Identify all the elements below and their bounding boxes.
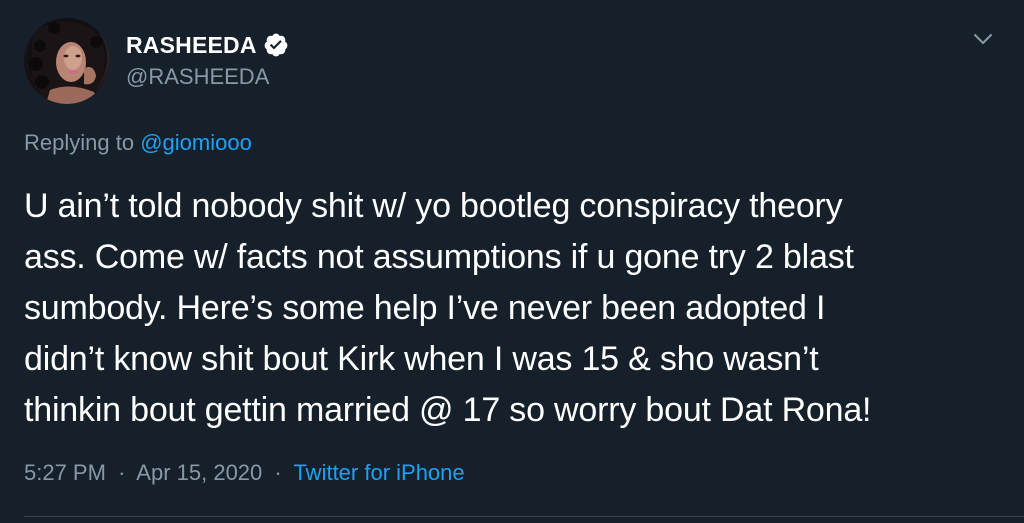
tweet-text-line: didn’t know shit bout Kirk when I was 15… bbox=[24, 340, 819, 378]
tweet-date[interactable]: Apr 15, 2020 bbox=[136, 460, 262, 485]
tweet-text-line: sumbody. Here’s some help I’ve never bee… bbox=[24, 289, 826, 327]
tweet-time[interactable]: 5:27 PM bbox=[24, 460, 106, 485]
meta-separator: · bbox=[274, 460, 282, 485]
replying-to-handle-link[interactable]: @giomiooo bbox=[140, 130, 252, 155]
display-name[interactable]: RASHEEDA bbox=[126, 32, 257, 59]
replying-to-prefix: Replying to bbox=[24, 130, 135, 155]
avatar[interactable] bbox=[24, 18, 110, 104]
author-name-row[interactable]: RASHEEDA bbox=[126, 28, 289, 62]
tweet-source-link[interactable]: Twitter for iPhone bbox=[293, 460, 464, 485]
replying-to: Replying to @giomiooo bbox=[24, 130, 252, 156]
author-handle[interactable]: @RASHEEDA bbox=[126, 64, 269, 90]
tweet-card: RASHEEDA @RASHEEDA Replying to @giomiooo… bbox=[0, 0, 1024, 523]
profile-photo-icon bbox=[27, 18, 107, 104]
verified-badge-icon bbox=[263, 32, 289, 58]
tweet-text-line: thinkin bout gettin married @ 17 so worr… bbox=[24, 391, 872, 429]
divider bbox=[24, 516, 1024, 517]
tweet-text-line: U ain’t told nobody shit w/ yo bootleg c… bbox=[24, 187, 843, 225]
meta-separator: · bbox=[118, 460, 126, 485]
chevron-down-icon[interactable] bbox=[970, 28, 996, 50]
tweet-metadata: 5:27 PM · Apr 15, 2020 · Twitter for iPh… bbox=[24, 460, 465, 486]
tweet-text-line: ass. Come w/ facts not assumptions if u … bbox=[24, 238, 854, 276]
tweet-text: U ain’t told nobody shit w/ yo bootleg c… bbox=[24, 181, 1004, 436]
